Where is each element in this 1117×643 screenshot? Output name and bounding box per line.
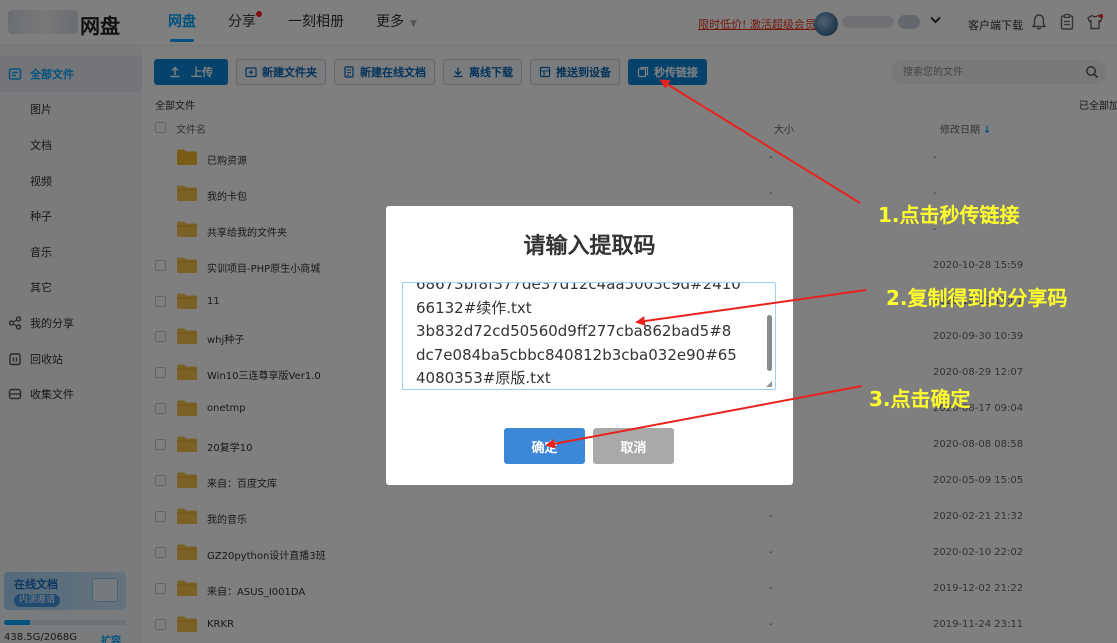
annotation-step-2: 2.复制得到的分享码 [886,286,1068,310]
extract-code-text: 68673bf8f377de37d12c4aa5003c9d#2410 6613… [416,282,741,388]
annotation-step-3: 3.点击确定 [869,387,971,411]
cancel-button[interactable]: 取消 [593,428,674,464]
annotation-step-1: 1.点击秒传链接 [878,203,1020,227]
extract-code-textarea[interactable]: 68673bf8f377de37d12c4aa5003c9d#2410 6613… [402,282,776,390]
dialog-title: 请输入提取码 [523,234,656,259]
textarea-scrollbar[interactable] [767,315,772,371]
resize-handle-icon[interactable]: ◢ [766,380,774,388]
confirm-button[interactable]: 确定 [504,428,585,464]
extract-code-dialog: 请输入提取码 68673bf8f377de37d12c4aa5003c9d#24… [386,206,793,485]
